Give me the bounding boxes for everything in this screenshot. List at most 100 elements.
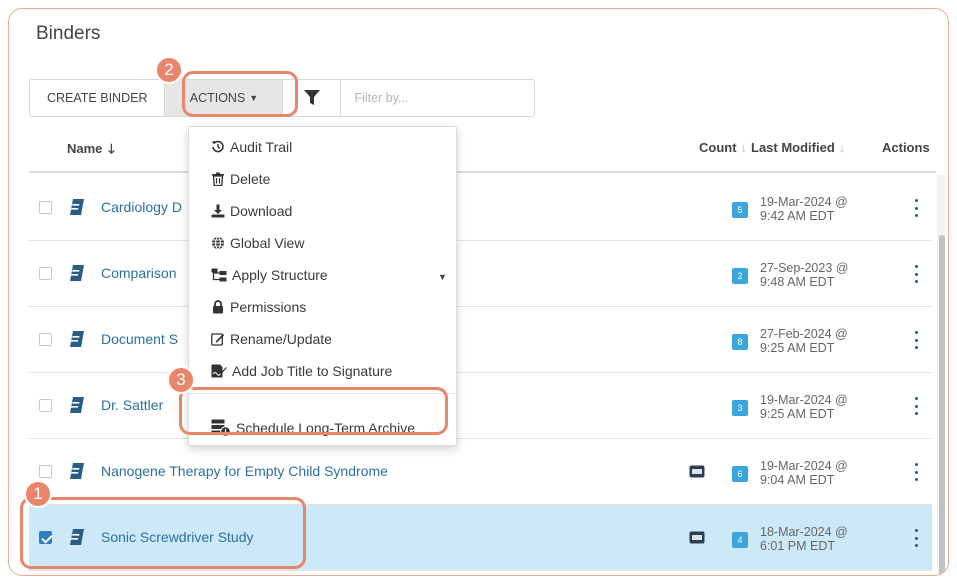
sort-arrow-icon: ↓ (838, 140, 846, 155)
menu-item-label: Global View (230, 235, 305, 251)
binders-panel: Binders CREATE BINDER ACTIONS ▼ Name 🡓 C… (8, 8, 949, 576)
last-modified: 18-Mar-2024 @6:01 PM EDT (760, 525, 848, 553)
row-actions-kebab-icon[interactable] (913, 463, 919, 481)
lock-icon (213, 300, 223, 314)
sort-down-arrow-icon: 🡓 (108, 141, 115, 156)
binder-name-link[interactable]: Comparison (101, 265, 176, 281)
table-row[interactable]: Cardiology D 5 19-Mar-2024 @9:42 AM EDT (29, 175, 932, 241)
modified-date: 27-Feb-2024 @ (760, 327, 848, 341)
table-row[interactable]: Nanogene Therapy for Empty Child Syndrom… (29, 439, 932, 505)
structure-icon (211, 268, 227, 282)
modified-time: 9:42 AM EDT (760, 209, 835, 223)
column-header-last-modified[interactable]: Last Modified ↓ (751, 140, 845, 155)
highlight-selected-row (20, 497, 306, 569)
count-badge: 4 (732, 532, 748, 548)
count-badge: 3 (732, 400, 748, 416)
callout-number: 2 (155, 56, 183, 84)
binder-icon (70, 331, 84, 347)
binder-name-link[interactable]: Document S (101, 331, 178, 347)
modified-time: 6:01 PM EDT (760, 539, 836, 553)
download-icon (211, 204, 225, 218)
globe-icon (212, 236, 224, 250)
binder-name-link[interactable]: Nanogene Therapy for Empty Child Syndrom… (101, 463, 388, 479)
count-badge: 2 (732, 268, 748, 284)
count-badge: 5 (732, 202, 748, 218)
menu-item-global-view[interactable]: Global View (211, 233, 304, 253)
last-modified: 19-Mar-2024 @9:42 AM EDT (760, 195, 848, 223)
count-badge: 6 (732, 466, 748, 482)
menu-item-delete[interactable]: Delete (211, 169, 270, 189)
row-checkbox[interactable] (39, 201, 52, 214)
row-actions-kebab-icon[interactable] (913, 331, 919, 349)
modified-date: 18-Mar-2024 @ (760, 525, 848, 539)
modified-date: 19-Mar-2024 @ (760, 459, 848, 473)
count-badge: 8 (732, 334, 748, 350)
menu-item-label: Delete (230, 171, 271, 187)
binder-name-link[interactable]: Dr. Sattler (101, 397, 163, 413)
binder-icon (70, 265, 84, 281)
menu-item-add-job-title[interactable]: Add Job Title to Signature (211, 361, 392, 381)
modified-date: 19-Mar-2024 @ (760, 393, 848, 407)
table-row[interactable]: Comparison 2 27-Sep-2023 @9:48 AM EDT (29, 241, 932, 307)
last-modified: 27-Sep-2023 @9:48 AM EDT (760, 261, 848, 289)
row-checkbox[interactable] (39, 399, 52, 412)
modified-time: 9:04 AM EDT (760, 473, 835, 487)
menu-item-label: Rename/Update (230, 331, 332, 347)
highlight-schedule-archive (179, 387, 448, 435)
header-divider (29, 171, 936, 173)
modified-time: 9:25 AM EDT (760, 341, 835, 355)
sort-arrow-icon: ↓ (740, 140, 748, 155)
last-modified: 19-Mar-2024 @9:04 AM EDT (760, 459, 848, 487)
column-name-label: Name (67, 141, 103, 156)
row-checkbox[interactable] (39, 465, 52, 478)
history-icon (211, 140, 224, 153)
submenu-caret-down-icon: ▼ (438, 272, 447, 282)
signature-icon (211, 364, 227, 378)
table-row[interactable]: Document S 8 27-Feb-2024 @9:25 AM EDT (29, 307, 932, 373)
filter-input[interactable] (341, 79, 536, 117)
column-header-count[interactable]: Count ↓ (699, 140, 747, 155)
menu-item-audit-trail[interactable]: Audit Trail (211, 137, 292, 157)
create-binder-button[interactable]: CREATE BINDER (29, 79, 166, 117)
modified-date: 27-Sep-2023 @ (760, 261, 849, 275)
modified-date: 19-Mar-2024 @ (760, 195, 848, 209)
menu-item-label: Download (230, 203, 293, 219)
menu-item-download[interactable]: Download (211, 201, 292, 221)
edit-icon (211, 333, 225, 346)
table-row[interactable]: Dr. Sattler 3 19-Mar-2024 @9:25 AM EDT (29, 373, 932, 439)
modified-time: 9:48 AM EDT (760, 275, 835, 289)
row-actions-kebab-icon[interactable] (913, 199, 919, 217)
last-modified: 19-Mar-2024 @9:25 AM EDT (760, 393, 848, 421)
callout-number: 1 (24, 480, 52, 508)
binder-icon (70, 463, 84, 479)
row-checkbox[interactable] (39, 333, 52, 346)
column-header-name[interactable]: Name 🡓 (67, 140, 115, 162)
archive-box-icon (689, 531, 705, 544)
column-header-actions: Actions (882, 140, 930, 155)
menu-item-label: Add Job Title to Signature (232, 363, 393, 379)
archive-box-icon (689, 465, 705, 478)
row-actions-kebab-icon[interactable] (913, 397, 919, 415)
column-count-label: Count (699, 140, 737, 155)
menu-item-label: Permissions (230, 299, 307, 315)
scrollbar-thumb[interactable] (939, 235, 945, 575)
menu-item-rename-update[interactable]: Rename/Update (211, 329, 332, 349)
menu-item-permissions[interactable]: Permissions (211, 297, 306, 317)
page-title: Binders (36, 23, 101, 44)
binder-icon (70, 199, 84, 215)
last-modified: 27-Feb-2024 @9:25 AM EDT (760, 327, 848, 355)
column-last-modified-label: Last Modified (751, 140, 835, 155)
menu-item-label: Audit Trail (230, 139, 293, 155)
menu-item-label: Apply Structure (232, 267, 328, 283)
row-checkbox[interactable] (39, 267, 52, 280)
row-actions-kebab-icon[interactable] (913, 265, 919, 283)
trash-icon (212, 172, 224, 186)
filter-icon (303, 90, 320, 105)
modified-time: 9:25 AM EDT (760, 407, 835, 421)
row-actions-kebab-icon[interactable] (913, 529, 919, 547)
callout-number: 3 (167, 366, 195, 394)
highlight-actions-button (182, 71, 298, 117)
menu-item-apply-structure[interactable]: Apply Structure (211, 265, 328, 285)
binder-name-link[interactable]: Cardiology D (101, 199, 182, 215)
binder-icon (70, 397, 84, 413)
